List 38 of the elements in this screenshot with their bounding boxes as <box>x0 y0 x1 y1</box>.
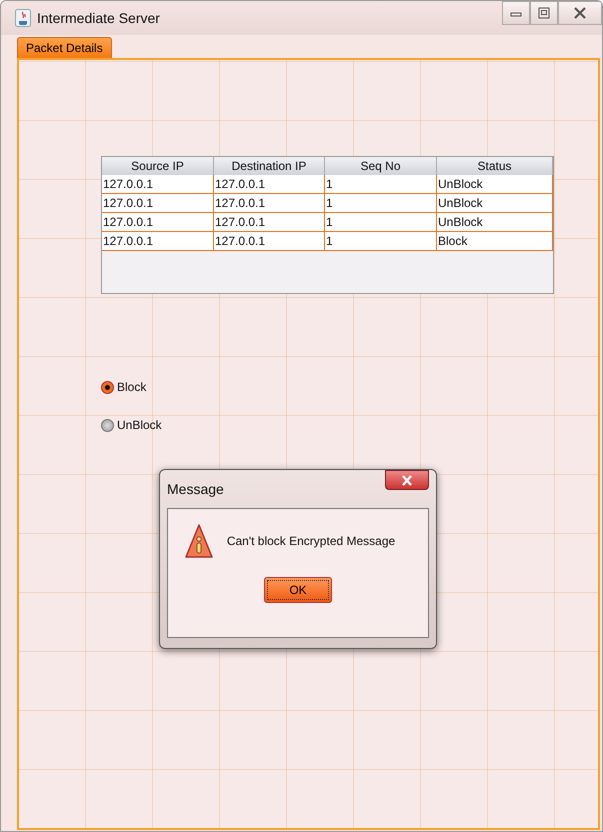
close-button[interactable] <box>558 1 602 25</box>
table-cell: 127.0.0.1 <box>214 175 325 194</box>
table-cell: 127.0.0.1 <box>214 213 325 232</box>
minimize-button[interactable] <box>502 1 530 25</box>
table-cell: 127.0.0.1 <box>102 213 214 232</box>
table-cell: 1 <box>325 194 437 213</box>
warning-icon <box>184 523 213 559</box>
close-button[interactable] <box>385 470 429 490</box>
table-cell: UnBlock <box>437 194 553 213</box>
maximize-button[interactable] <box>530 1 558 25</box>
table-cell: 127.0.0.1 <box>214 232 325 251</box>
window-title: Intermediate Server <box>37 10 160 26</box>
radio-button[interactable] <box>101 418 114 432</box>
radio-label: UnBlock <box>117 418 162 432</box>
table-cell: Block <box>437 232 553 251</box>
column-header[interactable]: Seq No <box>325 157 437 175</box>
radio-button[interactable] <box>101 380 114 394</box>
table-cell: 1 <box>325 213 437 232</box>
column-header[interactable]: Status <box>437 157 553 175</box>
table-cell: UnBlock <box>437 213 553 232</box>
table-cell: 127.0.0.1 <box>214 194 325 213</box>
maximize-icon <box>538 7 550 19</box>
cup-icon <box>15 9 31 27</box>
table-cell: 127.0.0.1 <box>102 232 214 251</box>
radio-label: Block <box>117 380 146 394</box>
table-cell: UnBlock <box>437 175 553 194</box>
close-icon <box>573 7 587 19</box>
close-icon <box>401 474 413 486</box>
table-cell: 1 <box>325 175 437 194</box>
table-cell: 1 <box>325 232 437 251</box>
column-header[interactable]: Destination IP <box>214 157 325 175</box>
dialog-message: Can't block Encrypted Message <box>226 534 396 548</box>
table-cell: 127.0.0.1 <box>102 175 214 194</box>
column-header[interactable]: Source IP <box>102 157 214 175</box>
ok-button[interactable]: OK <box>264 577 332 603</box>
table-cell: 127.0.0.1 <box>102 194 214 213</box>
tab[interactable]: Packet Details <box>17 37 112 58</box>
dialog-title: Message <box>167 481 224 497</box>
